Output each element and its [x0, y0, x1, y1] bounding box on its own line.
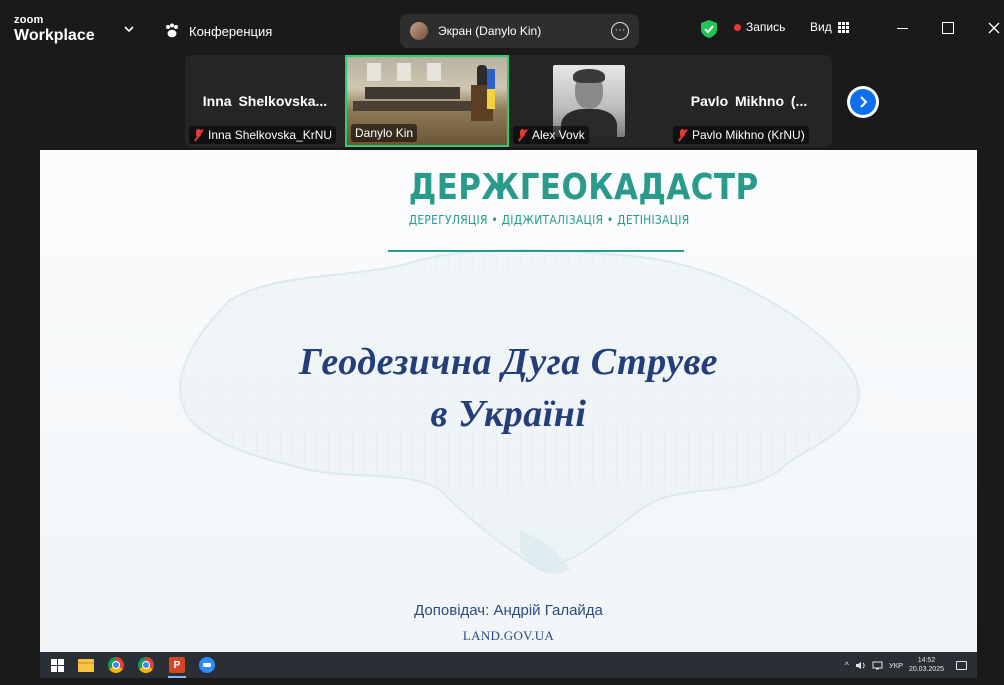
zoom-workplace-logo: zoom Workplace	[14, 15, 95, 44]
logo-divider	[388, 250, 684, 252]
security-shield-icon[interactable]	[699, 19, 719, 39]
record-button[interactable]: Запись	[734, 20, 785, 34]
participant-tile[interactable]: Inna Shelkovska... Inna Shelkovska_KrNU	[185, 55, 345, 147]
view-button[interactable]: Вид	[810, 20, 849, 34]
record-dot-icon	[734, 23, 741, 31]
chevron-up-icon[interactable]: ^	[845, 660, 849, 670]
participant-label: Pavlo Mikhno (KrNU)	[673, 126, 809, 144]
slide-title-line-1: Геодезична Дуга Струве	[299, 341, 718, 383]
muted-mic-icon	[677, 129, 688, 141]
shared-screen-slide: ДЕРЖГЕОКАДАСТР ДЕРЕГУЛЯЦІЯ • ДІДЖИТАЛІЗА…	[40, 150, 977, 652]
chevron-right-icon	[860, 96, 868, 108]
participant-name: Alex Vovk	[532, 128, 585, 142]
participant-name: Inna Shelkovska_KrNU	[208, 128, 333, 142]
logo-title: ДЕРЖГЕОКАДАСТР	[408, 167, 759, 208]
chrome-icon[interactable]	[107, 656, 125, 674]
slide-title-line-2: в Україні	[430, 393, 587, 435]
windows-taskbar: P ^ УКР 14:52 20.03.2025	[40, 652, 977, 678]
clock[interactable]: 14:52 20.03.2025	[909, 656, 944, 674]
grid-view-icon	[837, 21, 849, 33]
participant-strip: Inna Shelkovska... Inna Shelkovska_KrNU …	[185, 55, 832, 147]
slide-title: Геодезична Дуга Струве в Україні	[40, 336, 977, 440]
chevron-down-icon[interactable]	[122, 22, 136, 36]
meeting-label: Конференция	[189, 23, 273, 39]
participant-label: Danylo Kin	[351, 124, 418, 142]
participant-tile[interactable]: Alex Vovk	[509, 55, 669, 147]
logo-subtitle: ДЕРЕГУЛЯЦІЯ • ДІДЖИТАЛІЗАЦІЯ • ДЕТІНІЗАЦ…	[408, 212, 690, 227]
system-tray: ^ УКР 14:52 20.03.2025	[845, 652, 967, 678]
participant-tile[interactable]: Pavlo Mikhno (... Pavlo Mikhno (KrNU)	[669, 55, 829, 147]
minimize-button[interactable]	[890, 16, 914, 40]
clock-date: 20.03.2025	[908, 666, 944, 673]
participant-label: Alex Vovk	[513, 126, 589, 144]
participant-label: Inna Shelkovska_KrNU	[189, 126, 337, 144]
brand-zoom-text: zoom	[14, 14, 44, 26]
paw-icon	[166, 23, 178, 38]
participant-display-name: Inna Shelkovska...	[202, 93, 328, 109]
muted-mic-icon	[193, 129, 204, 141]
volume-icon[interactable]	[855, 661, 866, 670]
notifications-icon[interactable]	[956, 660, 967, 670]
derzhgeokadastr-logo: ДЕРЖГЕОКАДАСТР ДЕРЕГУЛЯЦІЯ • ДІДЖИТАЛІЗА…	[388, 167, 759, 252]
zoom-window: zoom Workplace Конференция Экран (Danylo…	[0, 0, 1004, 685]
close-icon	[988, 22, 1000, 34]
participant-display-name: Pavlo Mikhno (...	[690, 93, 808, 109]
participant-name: Danylo Kin	[355, 126, 414, 140]
record-label: Запись	[746, 20, 786, 34]
close-button[interactable]	[982, 16, 1004, 40]
powerpoint-icon[interactable]: P	[168, 656, 186, 678]
meeting-info-button[interactable]: Конференция	[163, 21, 272, 41]
muted-mic-icon	[517, 129, 528, 141]
screen-share-label: Экран (Danylo Kin)	[438, 24, 542, 38]
brand-workplace-text: Workplace	[14, 27, 95, 44]
file-explorer-icon[interactable]	[77, 656, 95, 674]
language-indicator[interactable]: УКР	[889, 661, 903, 670]
participant-tile-active-speaker[interactable]: Danylo Kin	[345, 55, 509, 147]
windows-start-icon[interactable]	[48, 656, 66, 674]
participant-name: Pavlo Mikhno (KrNU)	[692, 128, 805, 142]
network-icon[interactable]	[872, 661, 883, 670]
presenter-name: Доповідач: Андрій Галайда	[414, 602, 603, 619]
more-options-icon[interactable]	[611, 22, 629, 40]
zoom-app-icon[interactable]	[198, 656, 216, 674]
clock-time: 14:52	[917, 657, 936, 664]
next-participants-button[interactable]	[847, 86, 879, 118]
chrome-icon[interactable]	[137, 656, 155, 674]
website-link: LAND.GOV.UA	[462, 628, 555, 643]
maximize-button[interactable]	[936, 16, 960, 40]
view-label: Вид	[810, 20, 832, 34]
screen-share-indicator[interactable]: Экран (Danylo Kin)	[400, 14, 639, 48]
sharer-avatar	[410, 22, 428, 40]
title-bar: zoom Workplace Конференция Экран (Danylo…	[0, 0, 1004, 58]
